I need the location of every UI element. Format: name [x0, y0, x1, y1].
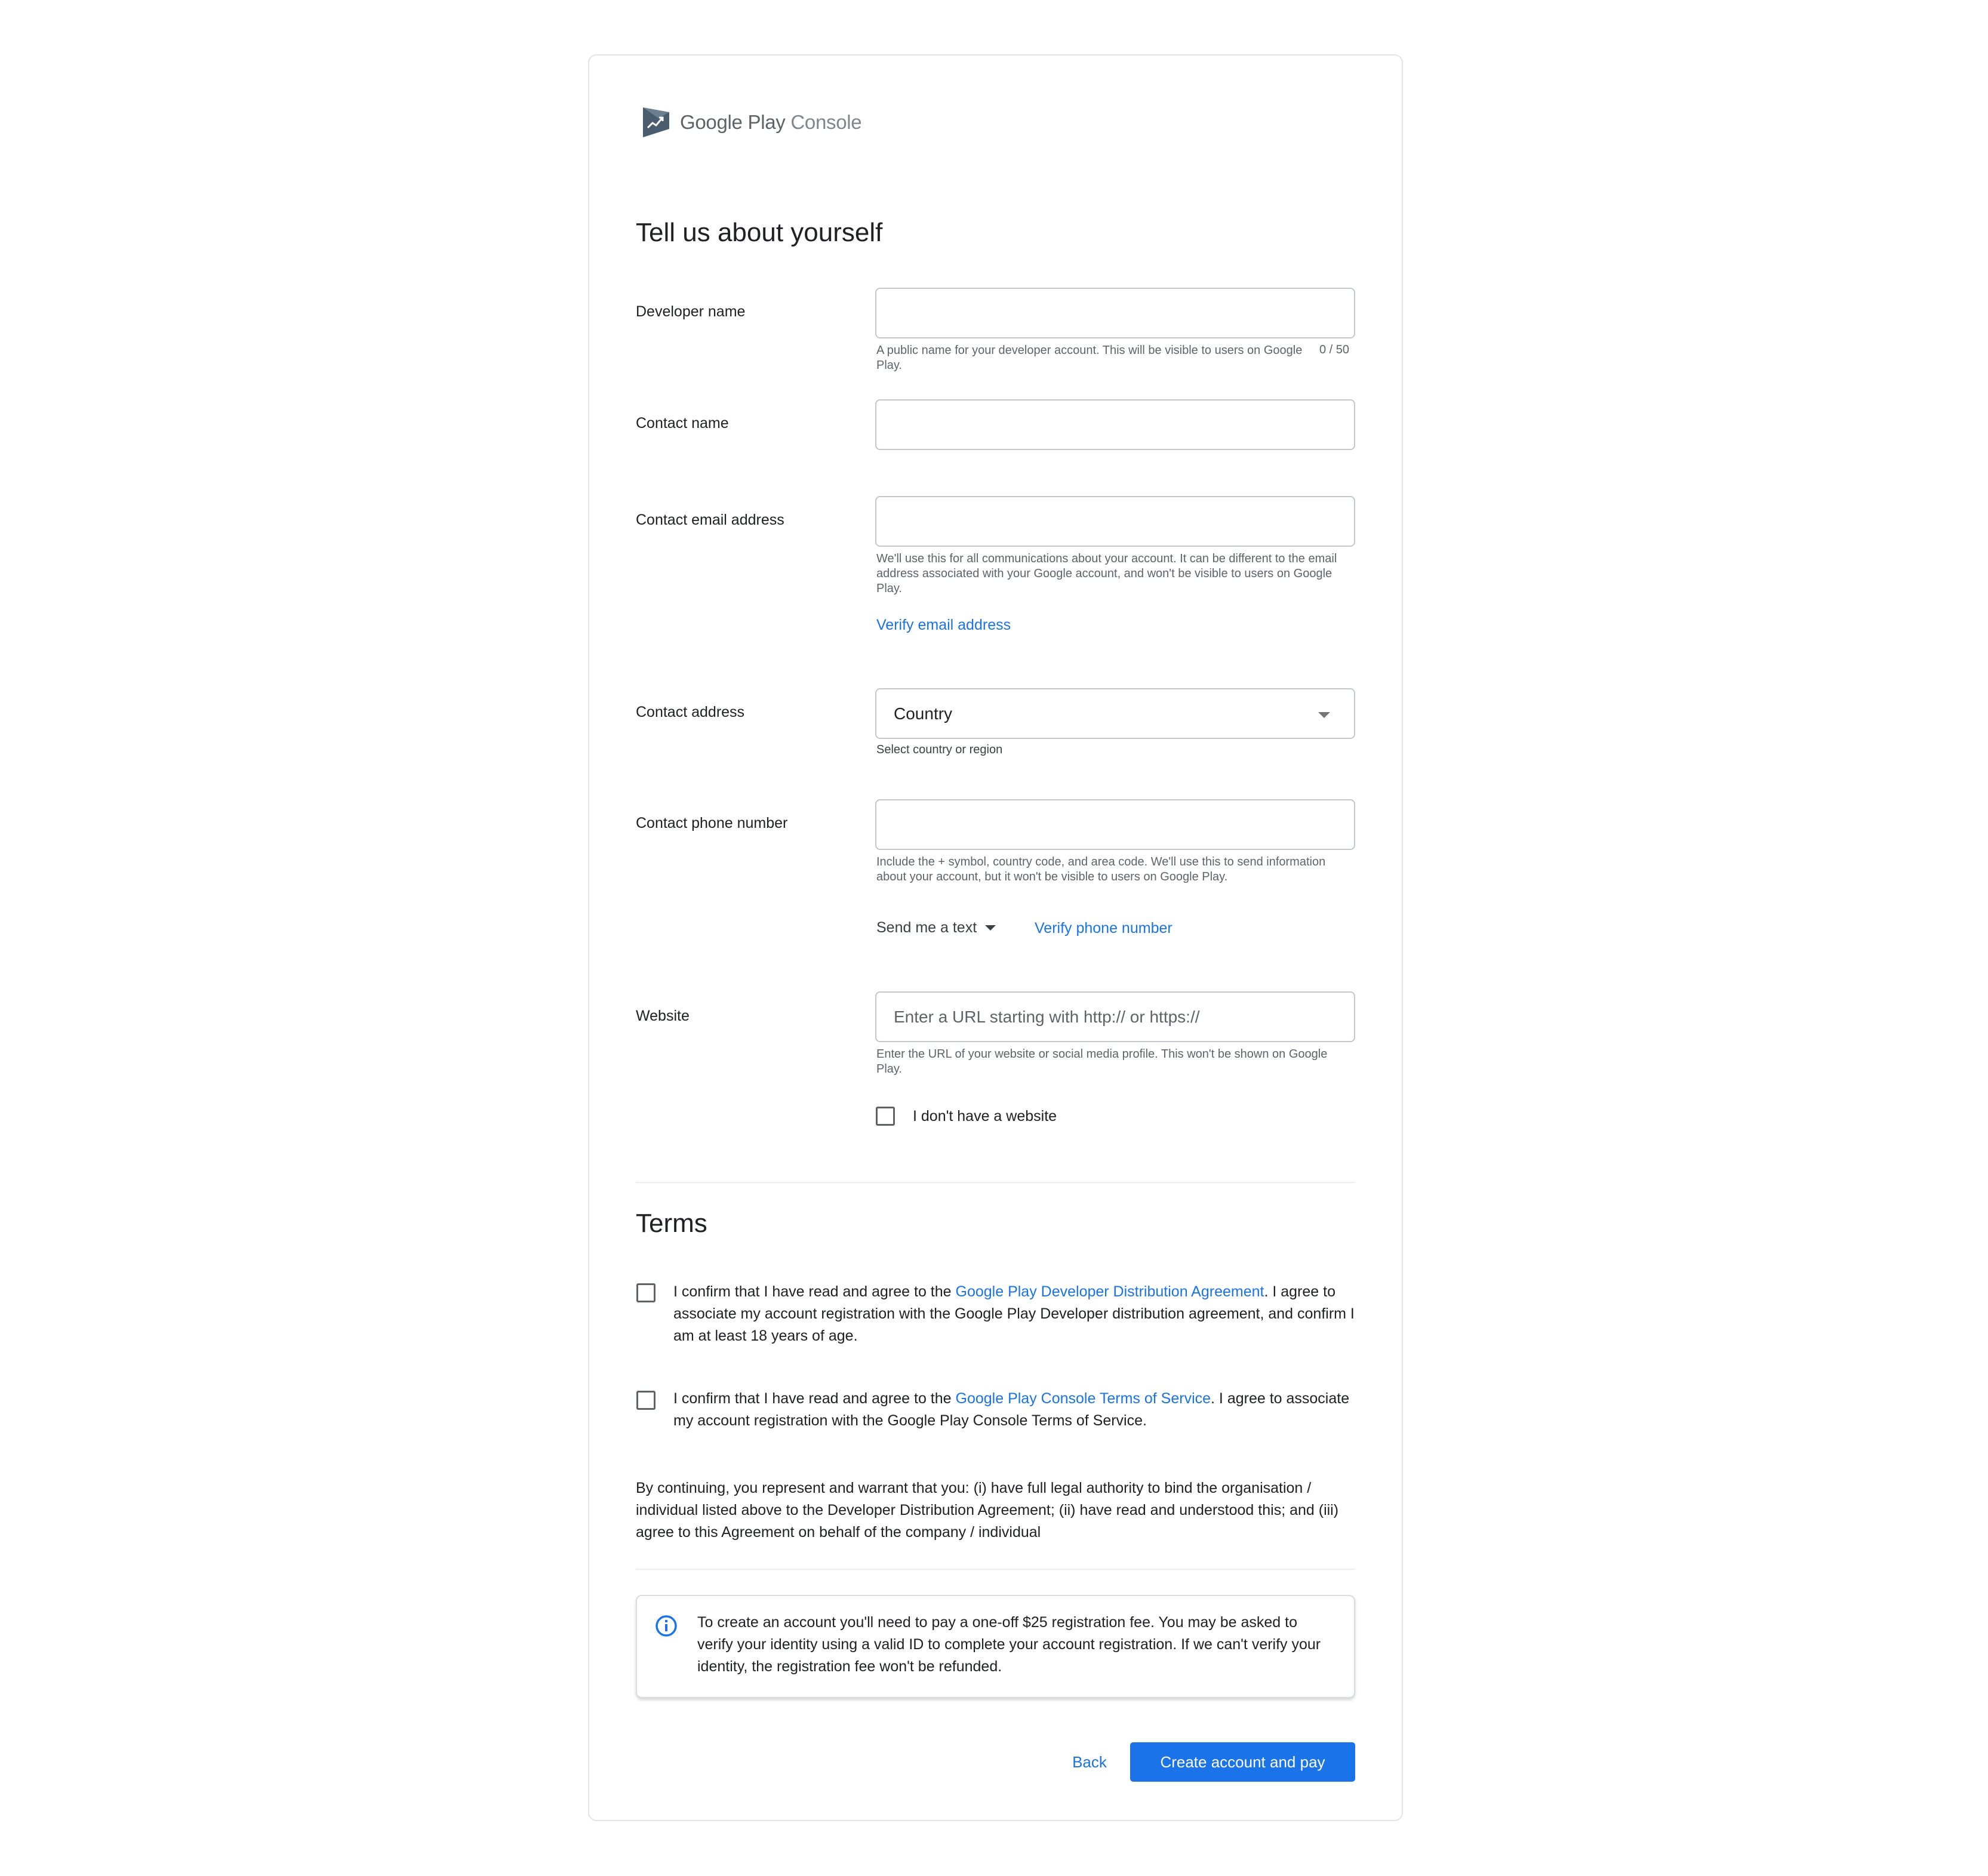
dda-text-pre: I confirm that I have read and agree to …	[673, 1283, 956, 1300]
notice-text: To create an account you'll need to pay …	[697, 1614, 1321, 1675]
back-button[interactable]: Back	[1063, 1742, 1116, 1782]
verification-method-dropdown[interactable]: Send me a text	[876, 919, 996, 937]
website-placeholder: Enter a URL starting with http:// or htt…	[894, 1007, 1200, 1026]
registration-page: Google Play Console Tell us about yourse…	[0, 0, 1988, 1876]
section-divider	[636, 1182, 1355, 1183]
website-hint: Enter the URL of your website or social …	[876, 1048, 1328, 1076]
dda-text: I confirm that I have read and agree to …	[673, 1281, 1355, 1347]
chevron-down-icon	[985, 925, 996, 931]
no-website-checkbox[interactable]	[876, 1107, 895, 1126]
contact-name-label: Contact name	[636, 415, 729, 432]
logo-wordmark: Google Play Console	[680, 111, 862, 134]
registration-fee-notice: To create an account you'll need to pay …	[636, 1595, 1355, 1698]
country-select-value: Country	[894, 704, 953, 723]
tos-checkbox[interactable]	[636, 1391, 656, 1410]
no-website-label: I don't have a website	[913, 1108, 1057, 1125]
logo-product-name: Console	[790, 111, 862, 133]
contact-address-label: Contact address	[636, 704, 745, 720]
dropdown-arrow-icon	[1318, 712, 1330, 718]
terms-title: Terms	[636, 1209, 707, 1238]
dda-checkbox[interactable]	[636, 1283, 656, 1302]
website-input[interactable]: Enter a URL starting with http:// or htt…	[875, 991, 1355, 1042]
contact-phone-label: Contact phone number	[636, 815, 788, 831]
developer-name-input[interactable]	[875, 288, 1355, 338]
tos-text: I confirm that I have read and agree to …	[673, 1388, 1355, 1432]
developer-name-hint: A public name for your developer account…	[876, 344, 1303, 372]
verify-email-link[interactable]: Verify email address	[876, 617, 1011, 634]
tos-text-pre: I confirm that I have read and agree to …	[673, 1390, 956, 1407]
country-select[interactable]: Country	[875, 688, 1355, 739]
contact-name-input[interactable]	[875, 399, 1355, 450]
section-divider	[636, 1569, 1355, 1570]
create-account-and-pay-button[interactable]: Create account and pay	[1130, 1742, 1355, 1782]
developer-name-label: Developer name	[636, 303, 746, 320]
verify-phone-link[interactable]: Verify phone number	[1035, 920, 1173, 937]
play-console-icon	[643, 107, 669, 137]
developer-name-counter: 0 / 50	[1319, 343, 1350, 356]
verification-method-label: Send me a text	[876, 919, 977, 936]
contact-email-label: Contact email address	[636, 512, 784, 528]
country-select-hint: Select country or region	[876, 743, 1003, 756]
dda-link[interactable]: Google Play Developer Distribution Agree…	[956, 1283, 1264, 1300]
website-label: Website	[636, 1008, 690, 1024]
contact-email-input[interactable]	[875, 496, 1355, 547]
contact-phone-input[interactable]	[875, 799, 1355, 850]
google-play-console-logo: Google Play Console	[641, 104, 862, 140]
contact-phone-hint: Include the + symbol, country code, and …	[876, 855, 1326, 883]
warranty-text: By continuing, you represent and warrant…	[636, 1480, 1339, 1541]
info-icon	[656, 1615, 677, 1637]
page-title: Tell us about yourself	[636, 218, 883, 247]
contact-email-hint: We'll use this for all communications ab…	[876, 552, 1337, 595]
tos-link[interactable]: Google Play Console Terms of Service	[956, 1390, 1211, 1407]
logo-brand-name: Google Play	[680, 111, 786, 133]
